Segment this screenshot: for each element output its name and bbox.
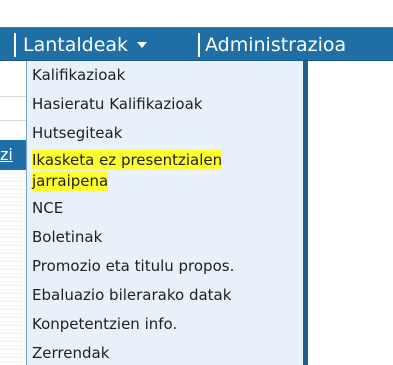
chevron-down-icon: [137, 41, 148, 48]
nav-separator: [14, 33, 16, 57]
highlighted-label-line2: jarraipena: [32, 171, 109, 191]
lantaldeak-dropdown-menu: Kalifikazioak Hasieratu Kalifikazioak Hu…: [26, 61, 308, 365]
menu-item-boletinak[interactable]: Boletinak: [30, 225, 300, 249]
left-tab-label[interactable]: zi: [0, 146, 13, 164]
menu-item-hasieratu-kalifikazioak[interactable]: Hasieratu Kalifikazioak: [30, 92, 300, 116]
menu-item-ebaluazio-bilerarako-datak[interactable]: Ebaluazio bilerarako datak: [30, 283, 300, 307]
nav-item-label: Administrazioa: [205, 34, 347, 56]
nav-separator: [198, 33, 200, 57]
nav-item-label: Lantaldeak: [23, 34, 129, 56]
highlighted-label-line1: Ikasketa ez presentzialen: [32, 150, 223, 170]
top-navigation-bar: Lantaldeak Administrazioa: [0, 27, 393, 61]
menu-item-promozio-eta-titulu[interactable]: Promozio eta titulu propos.: [30, 254, 300, 278]
menu-item-hutsegiteak[interactable]: Hutsegiteak: [30, 121, 300, 145]
page: zi Lantaldeak Administrazioa Kalifikazio…: [0, 0, 393, 365]
menu-item-konpetentzien-info[interactable]: Konpetentzien info.: [30, 312, 300, 336]
nav-item-lantaldeak[interactable]: Lantaldeak: [23, 28, 148, 62]
nav-item-administrazioa[interactable]: Administrazioa: [205, 28, 346, 62]
menu-item-ikasketa-ez-presentzialen[interactable]: Ikasketa ez presentzialen jarraipena: [30, 150, 300, 194]
menu-item-nce[interactable]: NCE: [30, 196, 300, 220]
menu-item-zerrendak[interactable]: Zerrendak: [30, 341, 300, 365]
menu-item-kalifikazioak[interactable]: Kalifikazioak: [30, 63, 300, 87]
